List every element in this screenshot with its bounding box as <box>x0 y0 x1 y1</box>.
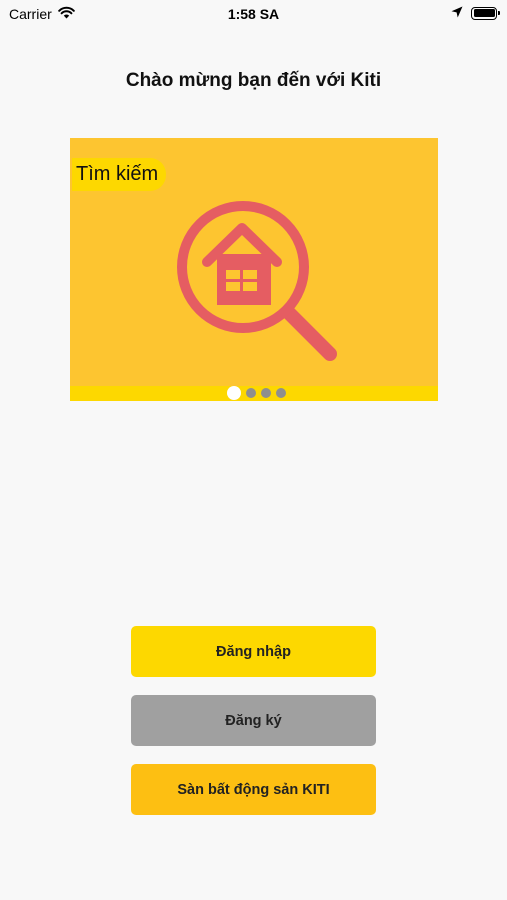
page-dot-3[interactable] <box>261 388 271 398</box>
page-dot-4[interactable] <box>276 388 286 398</box>
page-dot-1[interactable] <box>227 386 241 400</box>
status-right <box>451 5 500 21</box>
location-arrow-icon <box>451 5 463 21</box>
status-time: 1:58 SA <box>227 6 280 22</box>
onboarding-carousel[interactable]: Tìm kiếm <box>70 138 438 401</box>
page-indicator[interactable] <box>227 386 286 400</box>
slide-label: Tìm kiếm <box>72 158 167 191</box>
login-button[interactable]: Đăng nhập <box>131 626 376 677</box>
page-title: Chào mừng bạn đến với Kiti <box>125 70 382 91</box>
market-button[interactable]: Sàn bất động sản KITI <box>131 764 376 815</box>
page-dot-2[interactable] <box>246 388 256 398</box>
register-button[interactable]: Đăng ký <box>131 695 376 746</box>
status-bar: Carrier 1:58 SA <box>0 0 507 28</box>
house-search-icon <box>170 194 345 374</box>
battery-icon <box>471 6 500 20</box>
